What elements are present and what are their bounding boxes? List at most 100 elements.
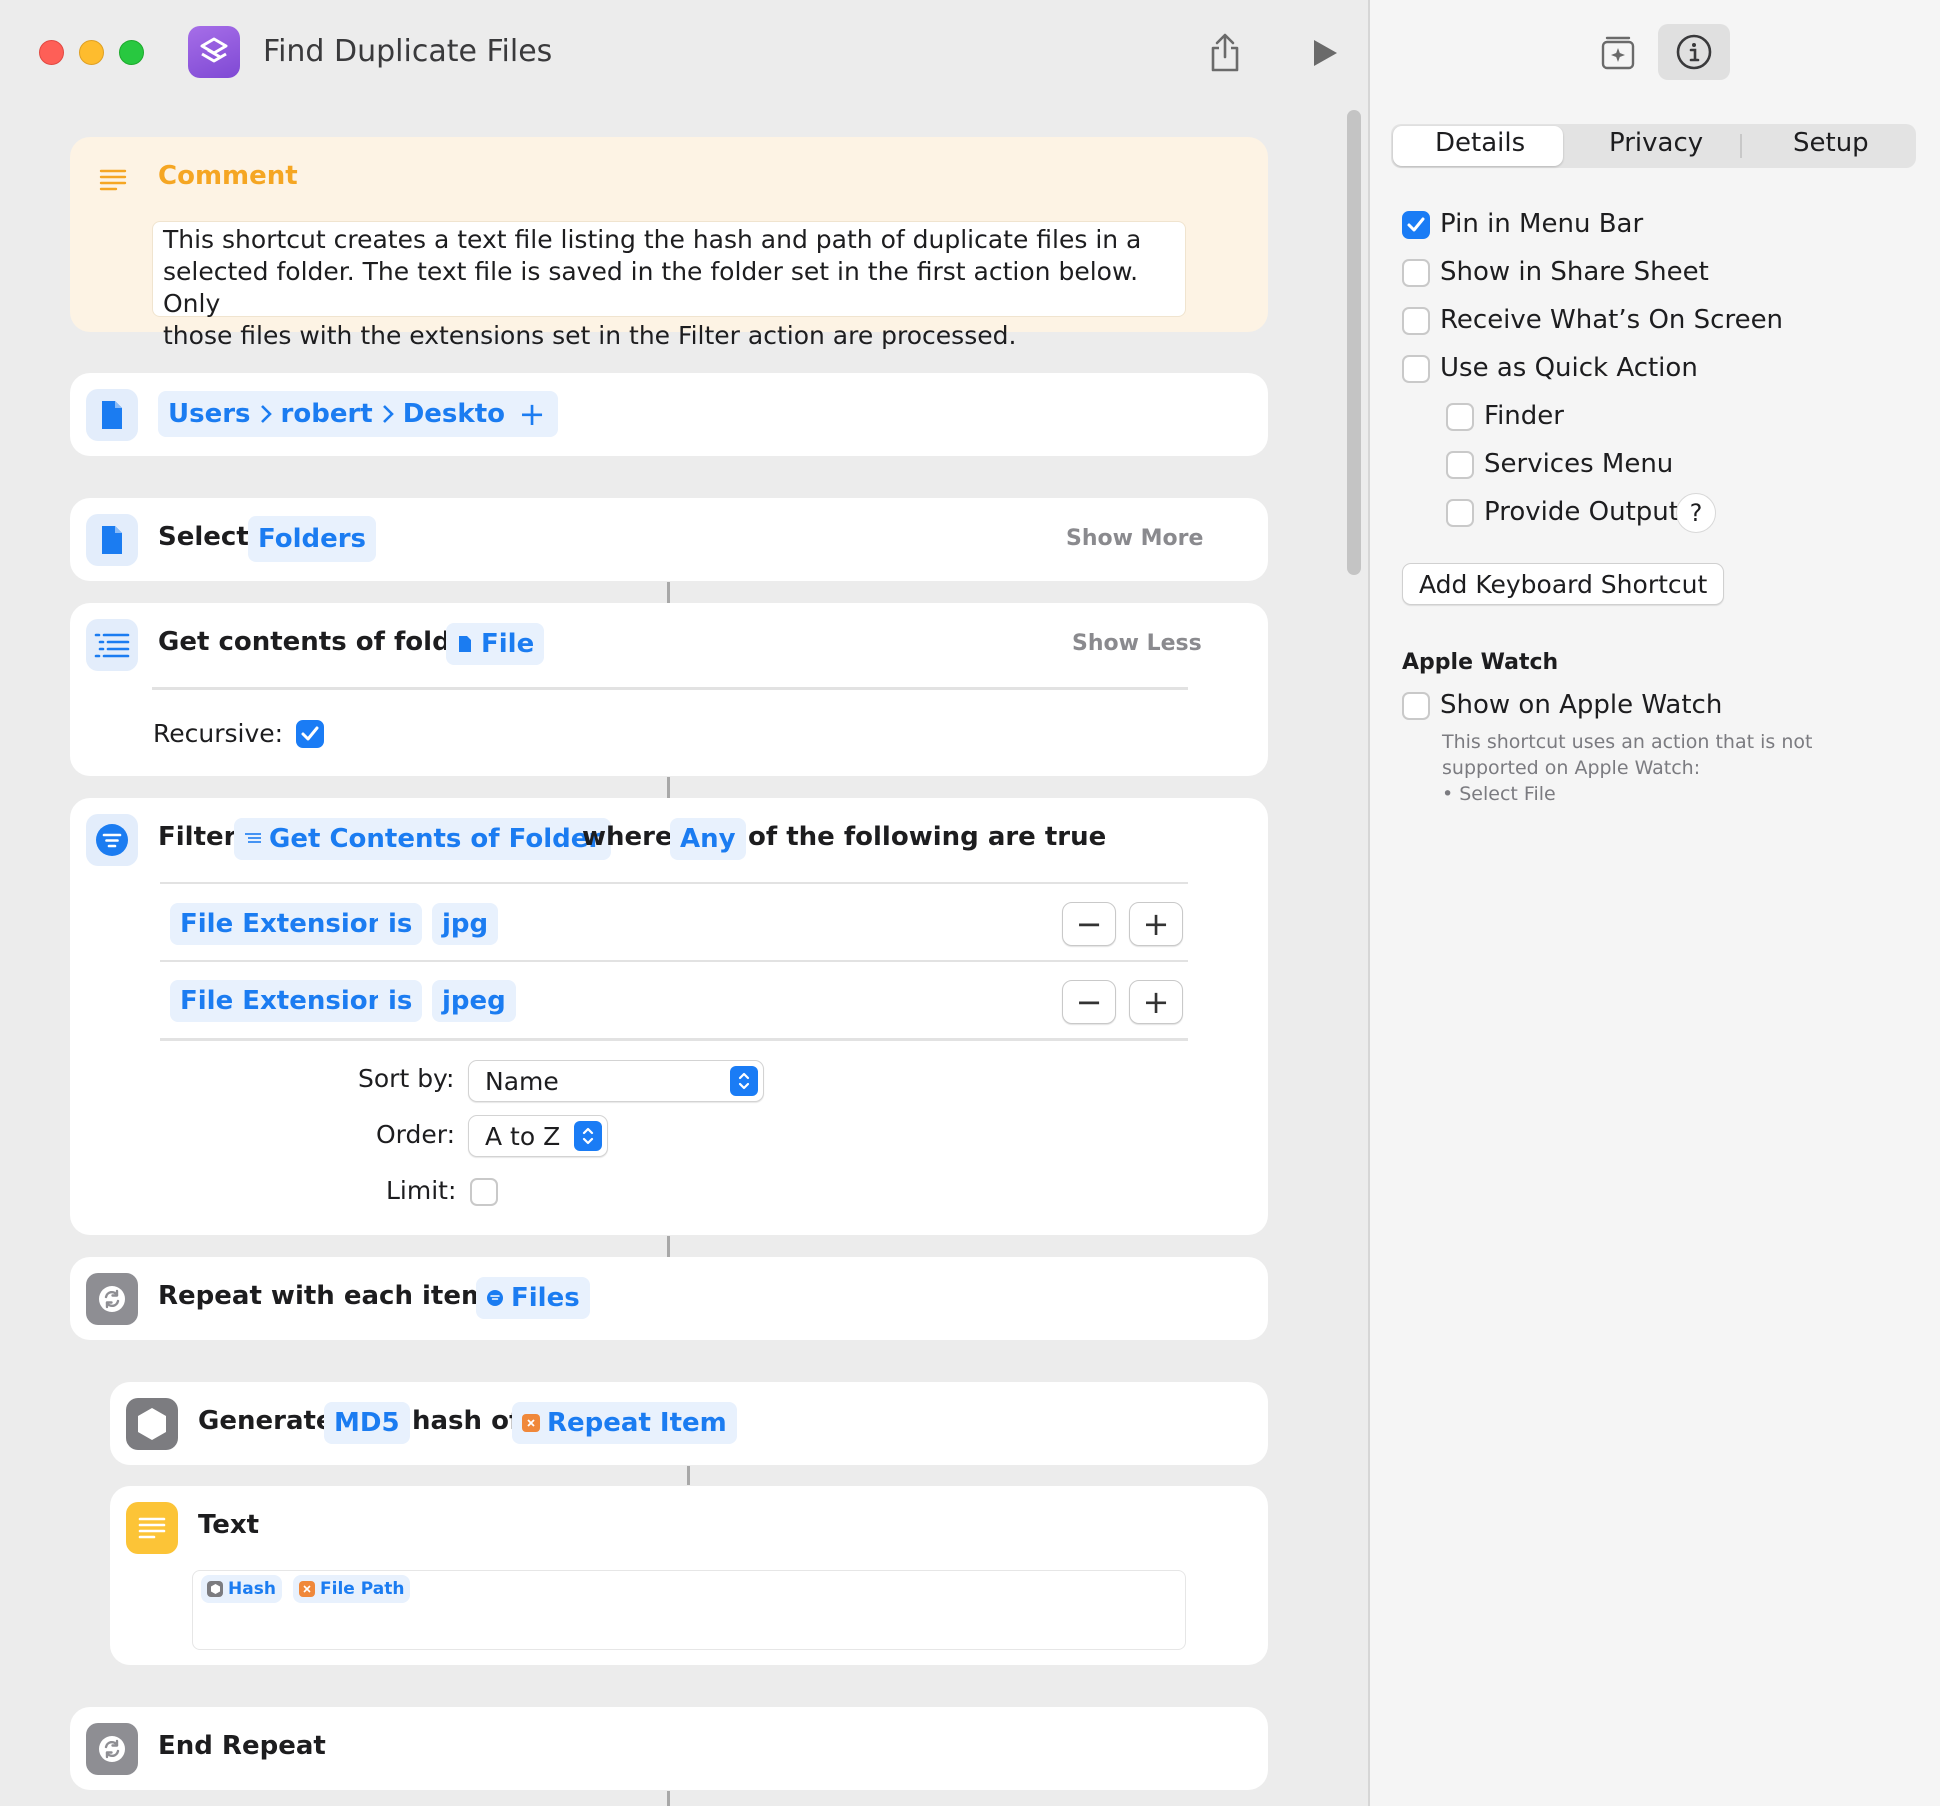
path-robert[interactable]: robert [281, 399, 373, 429]
repeat-each-action[interactable]: Repeat with each item in Files [70, 1257, 1268, 1340]
condition-field-token[interactable]: File Extension [170, 903, 397, 945]
file-document-icon [86, 389, 138, 441]
info-icon[interactable] [1658, 24, 1730, 80]
filter-files-action[interactable]: Filter Get Contents of Folder where Any … [70, 798, 1268, 1235]
end-repeat-action[interactable]: End Repeat [70, 1707, 1268, 1790]
sort-by-value: Name [485, 1066, 559, 1096]
hash-algorithm-token[interactable]: MD5 [324, 1402, 410, 1444]
editor-scrollbar[interactable] [1347, 110, 1361, 575]
chevron-right-icon [381, 403, 395, 425]
help-button[interactable]: ? [1676, 493, 1716, 533]
add-keyboard-shortcut-button[interactable]: Add Keyboard Shortcut [1402, 563, 1725, 605]
provide-output-label[interactable]: Provide Output [1484, 497, 1679, 527]
recursive-checkbox[interactable] [296, 720, 324, 748]
tab-details[interactable]: Details [1435, 128, 1525, 158]
comment-lines-icon [98, 167, 128, 197]
condition-operator-token[interactable]: is [378, 903, 423, 945]
provide-output-checkbox[interactable] [1446, 499, 1474, 527]
action-library-icon[interactable] [1596, 30, 1640, 74]
file-token[interactable]: File [446, 623, 545, 665]
filter-label: Filter [158, 822, 237, 852]
condition-field-token[interactable]: File Extension [170, 980, 397, 1022]
tab-separator [1740, 134, 1742, 158]
minimize-window-button[interactable] [79, 40, 104, 65]
show-more-button[interactable]: Show More [1066, 526, 1203, 551]
up-down-chevron-icon [574, 1121, 602, 1151]
condition-value-token[interactable]: jpg [432, 903, 499, 945]
add-condition-button[interactable]: + [1129, 902, 1183, 946]
text-content-field[interactable]: Hash File Path [192, 1570, 1186, 1650]
end-repeat-label: End Repeat [158, 1731, 326, 1761]
repeat-item-token[interactable]: Repeat Item [512, 1402, 737, 1444]
get-folder-contents-action[interactable]: Get contents of folder File Show Less Re… [70, 603, 1268, 776]
folder-path-action[interactable]: Users robert Desktop + [70, 373, 1268, 456]
comment-action[interactable]: Comment This shortcut creates a text fil… [70, 137, 1268, 350]
file-mini-icon [456, 635, 474, 653]
hexagon-mini-icon [207, 1581, 223, 1597]
hash-of-label: hash of [412, 1406, 521, 1436]
generate-hash-action[interactable]: Generate MD5 hash of Repeat Item [110, 1382, 1268, 1465]
show-on-apple-watch-label[interactable]: Show on Apple Watch [1440, 690, 1722, 720]
quick-action-label[interactable]: Use as Quick Action [1440, 353, 1698, 383]
receive-on-screen-checkbox[interactable] [1402, 307, 1430, 335]
order-value: A to Z [485, 1121, 561, 1151]
tab-privacy[interactable]: Privacy [1609, 128, 1703, 158]
repeat-item-mini-icon [299, 1581, 315, 1597]
filter-icon [86, 814, 138, 866]
shortcut-app-icon[interactable] [188, 26, 240, 78]
hash-variable-chip[interactable]: Hash [201, 1575, 282, 1603]
list-mini-icon [244, 830, 262, 848]
services-menu-checkbox[interactable] [1446, 451, 1474, 479]
add-condition-button[interactable]: + [1129, 980, 1183, 1024]
folders-token[interactable]: Folders [248, 516, 377, 562]
close-window-button[interactable] [39, 40, 64, 65]
zoom-window-button[interactable] [119, 40, 144, 65]
text-lines-icon [126, 1502, 178, 1554]
get-contents-of-folder-token[interactable]: Get Contents of Folder [234, 818, 612, 860]
quick-action-checkbox[interactable] [1402, 355, 1430, 383]
hash-chip-label: Hash [228, 1579, 276, 1599]
finder-checkbox[interactable] [1446, 403, 1474, 431]
window-title: Find Duplicate Files [263, 34, 553, 69]
condition-operator-token[interactable]: is [378, 980, 423, 1022]
sort-by-popup[interactable]: Name [468, 1060, 764, 1102]
services-menu-label[interactable]: Services Menu [1484, 449, 1673, 479]
select-label: Select [158, 522, 249, 552]
repeat-icon [86, 1273, 138, 1325]
condition-value-token[interactable]: jpeg [432, 980, 516, 1022]
show-on-apple-watch-checkbox[interactable] [1402, 692, 1430, 720]
pin-in-menu-bar-label[interactable]: Pin in Menu Bar [1440, 209, 1643, 239]
repeat-item-token-label: Repeat Item [547, 1408, 727, 1438]
order-popup[interactable]: A to Z [468, 1115, 608, 1157]
select-file-action[interactable]: Select Folders Show More [70, 498, 1268, 581]
following-true-label: of the following are true [748, 822, 1107, 852]
file-path-variable-chip[interactable]: File Path [293, 1575, 411, 1603]
file-document-icon [86, 514, 138, 566]
add-path-button[interactable]: + [506, 391, 558, 437]
text-action[interactable]: Text Hash File Path [110, 1486, 1268, 1665]
up-down-chevron-icon [730, 1066, 758, 1096]
limit-checkbox[interactable] [470, 1178, 498, 1206]
run-play-icon[interactable] [1302, 30, 1348, 76]
show-in-share-sheet-checkbox[interactable] [1402, 259, 1430, 287]
list-icon [86, 619, 138, 671]
receive-on-screen-label[interactable]: Receive What’s On Screen [1440, 305, 1783, 335]
finder-label[interactable]: Finder [1484, 401, 1564, 431]
text-label: Text [198, 1510, 260, 1540]
watch-note-line: This shortcut uses an action that is not [1442, 731, 1813, 753]
show-in-share-sheet-label[interactable]: Show in Share Sheet [1440, 257, 1709, 287]
any-token[interactable]: Any [670, 818, 746, 860]
repeat-item-mini-icon [522, 1414, 540, 1432]
pin-in-menu-bar-checkbox[interactable] [1402, 211, 1430, 239]
path-users[interactable]: Users [168, 399, 251, 429]
path-token-group[interactable]: Users robert Desktop [158, 391, 534, 437]
section-divider [152, 687, 1188, 690]
comment-line: selected folder. The text file is saved … [163, 257, 1139, 318]
comment-text-field[interactable]: This shortcut creates a text file listin… [152, 221, 1186, 350]
files-token[interactable]: Files [476, 1277, 590, 1319]
share-icon[interactable] [1202, 30, 1248, 76]
remove-condition-button[interactable]: − [1062, 980, 1116, 1024]
tab-setup[interactable]: Setup [1793, 128, 1869, 158]
remove-condition-button[interactable]: − [1062, 902, 1116, 946]
show-less-button[interactable]: Show Less [1072, 631, 1202, 656]
